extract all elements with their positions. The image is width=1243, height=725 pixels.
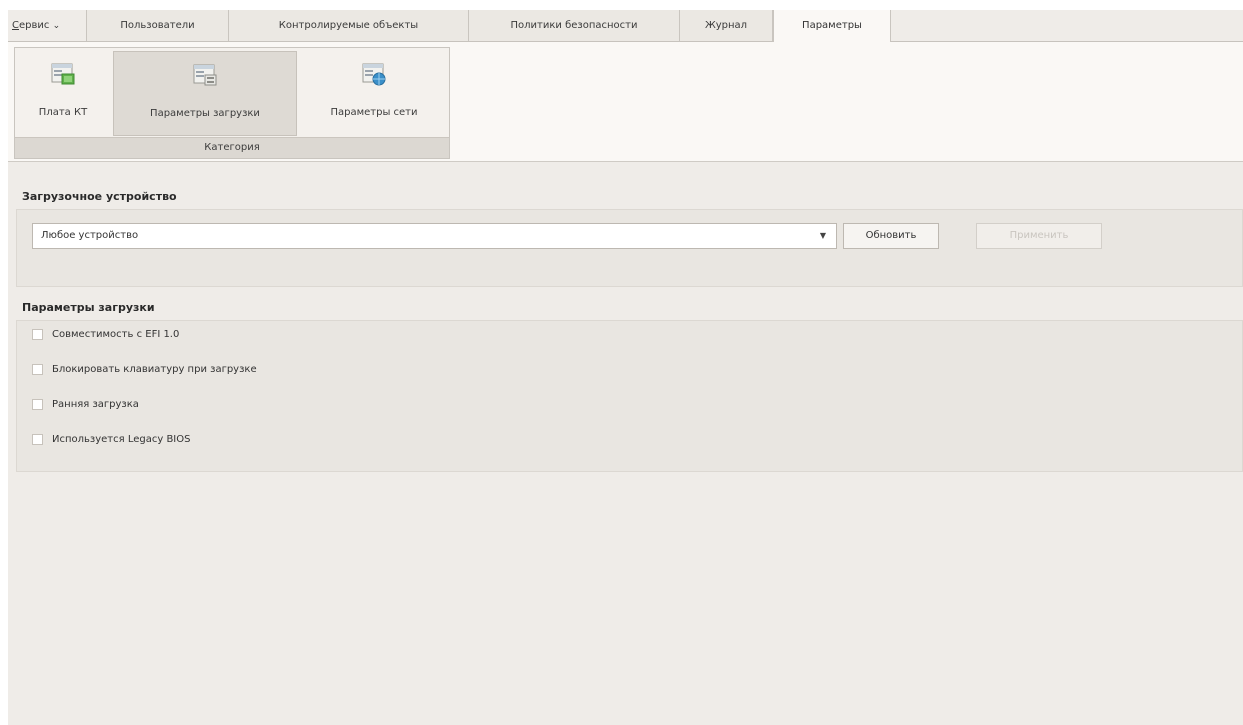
boot-device-title: Загрузочное устройство [22, 190, 177, 203]
tab-users[interactable]: Пользователи [87, 10, 229, 41]
option-label: Используется Legacy BIOS [52, 434, 191, 445]
board-button[interactable]: Плата КТ [17, 51, 109, 136]
tab-journal[interactable]: Журнал [680, 10, 773, 41]
ribbon: Плата КТ Параметры загрузки Параметры се… [8, 42, 1243, 162]
tab-label: Журнал [704, 20, 748, 31]
tab-label: Параметры [802, 20, 862, 31]
boot-device-value: Любое устройство [41, 230, 139, 241]
chevron-down-icon: ⌄ [52, 21, 61, 31]
checkbox[interactable] [32, 399, 43, 410]
boot-settings-button-label: Параметры загрузки [150, 108, 260, 119]
network-settings-button[interactable]: Параметры сети [301, 51, 447, 136]
apply-button[interactable]: Применить [976, 223, 1102, 249]
tab-label: Политики безопасности [510, 20, 638, 31]
tab-security-policies[interactable]: Политики безопасности [469, 10, 680, 41]
refresh-button[interactable]: Обновить [843, 223, 939, 249]
checkbox[interactable] [32, 364, 43, 375]
option-label: Совместимость с EFI 1.0 [52, 329, 180, 340]
boot-params-panel [16, 320, 1243, 472]
boot-settings-icon [193, 64, 217, 86]
board-icon [51, 63, 75, 85]
option-label: Ранняя загрузка [52, 399, 139, 410]
tab-bar: Сервис ⌄ Пользователи Контролируемые объ… [8, 10, 1243, 43]
service-menu[interactable]: Сервис ⌄ [8, 10, 87, 41]
category-group: Плата КТ Параметры загрузки Параметры се… [14, 47, 450, 159]
tab-label: Пользователи [120, 20, 195, 31]
checkbox[interactable] [32, 434, 43, 445]
boot-params-title: Параметры загрузки [22, 301, 155, 314]
service-menu-mnemonic: С [12, 20, 19, 31]
boot-settings-button[interactable]: Параметры загрузки [113, 51, 297, 136]
tab-controlled-objects[interactable]: Контролируемые объекты [229, 10, 469, 41]
network-settings-icon [362, 63, 386, 86]
option-label: Блокировать клавиатуру при загрузке [52, 364, 257, 375]
dropdown-arrow-icon[interactable]: ▼ [820, 224, 826, 248]
network-settings-button-label: Параметры сети [330, 107, 418, 118]
tab-label: Контролируемые объекты [278, 20, 419, 31]
boot-device-select[interactable]: Любое устройство ▼ [32, 223, 837, 249]
checkbox[interactable] [32, 329, 43, 340]
group-caption: Категория [15, 137, 449, 158]
service-menu-label: ервис [18, 20, 50, 31]
board-button-label: Плата КТ [38, 107, 88, 118]
tab-parameters[interactable]: Параметры [773, 10, 891, 43]
